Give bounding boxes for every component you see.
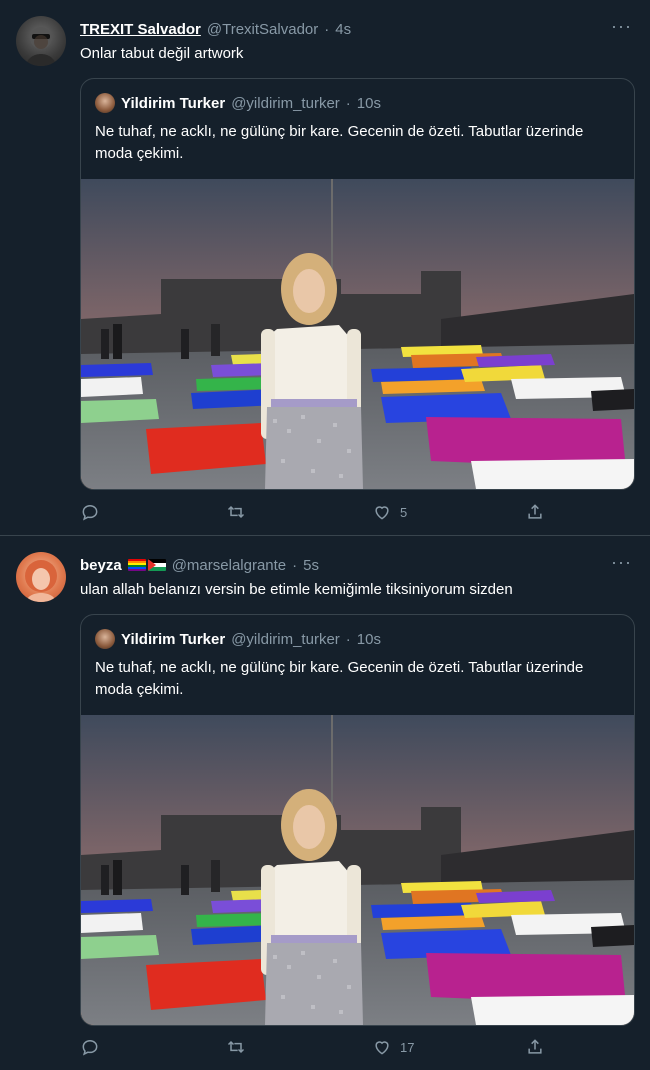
retweet-button[interactable] xyxy=(225,1037,255,1057)
share-icon xyxy=(525,1037,545,1057)
like-icon xyxy=(372,502,392,522)
timestamp[interactable]: 5s xyxy=(303,557,319,574)
quote-display-name: Yildirim Turker xyxy=(121,94,226,112)
user-handle[interactable]: @marselalgrante xyxy=(172,557,286,574)
tweet-header: TREXIT Salvador @TrexitSalvador · 4s xyxy=(80,18,590,40)
retweet-icon xyxy=(225,502,247,522)
more-icon[interactable]: ··· xyxy=(611,552,632,573)
quote-display-name: Yildirim Turker xyxy=(121,630,226,648)
retweet-button[interactable] xyxy=(225,502,255,522)
quoted-tweet[interactable]: Yildirim Turker @yildirim_turker · 10s N… xyxy=(80,78,635,490)
quote-header: Yildirim Turker @yildirim_turker · 10s xyxy=(95,629,381,649)
flag-rainbow-icon xyxy=(127,559,146,571)
quote-separator: · xyxy=(345,630,351,648)
reply-icon xyxy=(80,502,100,522)
share-button[interactable] xyxy=(525,502,545,522)
quote-separator: · xyxy=(345,94,351,112)
tweet-actions: 17 xyxy=(80,1036,610,1058)
quote-user-handle: @yildirim_turker xyxy=(231,94,340,112)
quote-header: Yildirim Turker @yildirim_turker · 10s xyxy=(95,93,381,113)
like-count: 5 xyxy=(400,504,408,520)
tweet[interactable]: beyza @marselalgrante · 5s ··· ulan alla… xyxy=(0,535,650,1070)
tweet[interactable]: TREXIT Salvador @TrexitSalvador · 4s ···… xyxy=(0,0,650,536)
tweet-text: ulan allah belanızı versin be etimle kem… xyxy=(80,581,513,598)
like-count: 17 xyxy=(400,1039,415,1055)
quoted-tweet[interactable]: Yildirim Turker @yildirim_turker · 10s N… xyxy=(80,614,635,1026)
avatar[interactable] xyxy=(16,552,66,602)
timestamp[interactable]: 4s xyxy=(335,21,351,38)
like-icon xyxy=(372,1037,392,1057)
quote-avatar xyxy=(95,93,115,113)
reply-button[interactable] xyxy=(80,502,108,522)
more-icon[interactable]: ··· xyxy=(611,16,632,37)
tweet-actions: 5 xyxy=(80,501,610,523)
reply-button[interactable] xyxy=(80,1037,108,1057)
quote-photo[interactable] xyxy=(81,179,634,489)
avatar[interactable] xyxy=(16,16,66,66)
display-name[interactable]: beyza xyxy=(80,557,122,574)
quote-text: Ne tuhaf, ne acklı, ne gülünç bir kare. … xyxy=(95,659,584,698)
tweet-header: beyza @marselalgrante · 5s xyxy=(80,554,590,576)
separator: · xyxy=(324,20,330,38)
quote-timestamp: 10s xyxy=(356,630,381,648)
retweet-icon xyxy=(225,1037,247,1057)
like-button[interactable]: 5 xyxy=(372,502,407,522)
share-icon xyxy=(525,502,545,522)
quote-user-handle: @yildirim_turker xyxy=(231,630,340,648)
reply-icon xyxy=(80,1037,100,1057)
quote-timestamp: 10s xyxy=(356,94,381,112)
share-button[interactable] xyxy=(525,1037,545,1057)
flag-palestine-icon xyxy=(147,559,166,571)
separator: · xyxy=(292,556,298,574)
quote-photo[interactable] xyxy=(81,715,634,1025)
quote-avatar xyxy=(95,629,115,649)
name-flags xyxy=(127,559,166,571)
user-handle[interactable]: @TrexitSalvador xyxy=(207,21,318,38)
tweet-text: Onlar tabut değil artwork xyxy=(80,45,244,62)
like-button[interactable]: 17 xyxy=(372,1037,414,1057)
display-name[interactable]: TREXIT Salvador xyxy=(80,21,201,38)
quote-text: Ne tuhaf, ne acklı, ne gülünç bir kare. … xyxy=(95,123,584,162)
